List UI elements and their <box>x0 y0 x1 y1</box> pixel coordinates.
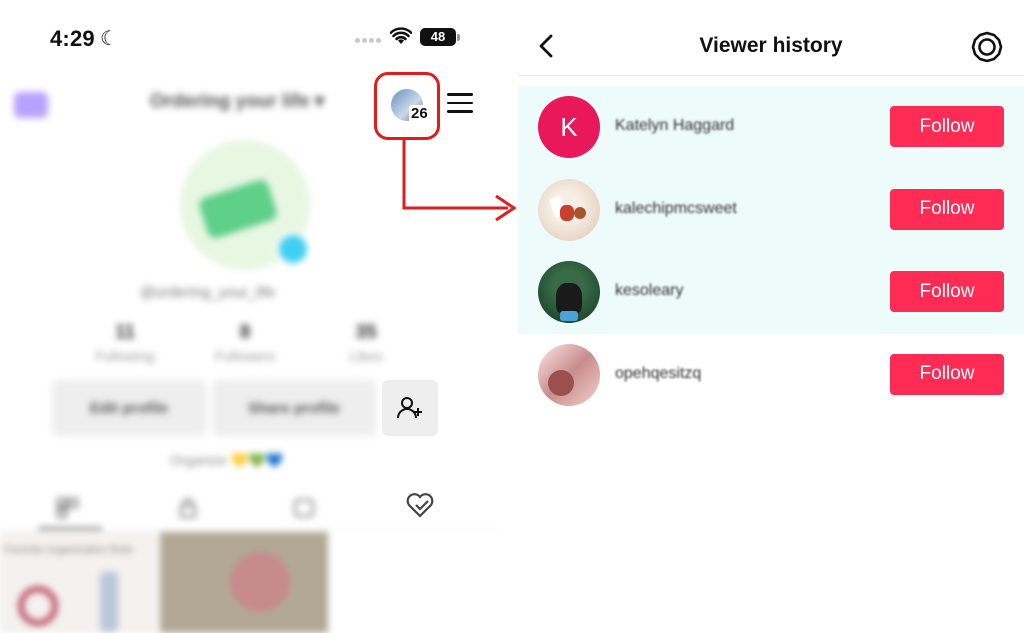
stat-likes[interactable]: 35 Likes <box>326 322 406 364</box>
annotation-arrow <box>402 138 517 222</box>
viewer-history-screen: Viewer history K Katelyn Haggard Follow … <box>518 0 1024 633</box>
profile-screen: 4:29 ☾ 48 Ordering your life ▾ @ordering… <box>0 0 500 633</box>
stat-number: 11 <box>114 322 136 343</box>
profile-bio: Organize 💛💚💙 <box>170 452 283 468</box>
menu-icon[interactable] <box>447 93 473 115</box>
list-item[interactable]: K Katelyn Haggard Follow <box>518 86 1024 169</box>
profile-title[interactable]: Ordering your life ▾ <box>150 90 324 113</box>
status-time: 4:29 <box>50 26 95 51</box>
list-item[interactable]: kalechipmcsweet Follow <box>518 168 1024 251</box>
grid-tab-icon[interactable] <box>56 497 80 519</box>
repost-tab-icon[interactable] <box>292 497 316 519</box>
list-item[interactable]: kesoleary Follow <box>518 251 1024 334</box>
avatar[interactable] <box>538 178 600 241</box>
stat-following[interactable]: 11 Following <box>85 322 165 364</box>
liked-tab-icon[interactable] <box>404 491 436 519</box>
profile-avatar[interactable] <box>180 140 310 270</box>
video-thumbnail[interactable] <box>160 532 328 633</box>
signal-icon <box>355 38 383 44</box>
avatar[interactable] <box>538 261 600 323</box>
add-account-icon[interactable] <box>14 92 48 118</box>
viewer-name[interactable]: opehqesitzq <box>615 365 701 383</box>
page-title: Viewer history <box>699 34 843 57</box>
stat-number: 8 <box>239 322 251 343</box>
add-friend-button[interactable] <box>382 380 438 436</box>
video-caption: Favorite organization finds <box>4 544 134 556</box>
active-tab-indicator <box>38 527 102 530</box>
viewer-name[interactable]: Katelyn Haggard <box>615 117 734 135</box>
follow-button[interactable]: Follow <box>890 188 1004 230</box>
share-profile-button[interactable]: Share profile <box>212 380 376 436</box>
follow-button[interactable]: Follow <box>890 106 1004 147</box>
follow-button[interactable]: Follow <box>890 271 1004 312</box>
stat-followers[interactable]: 8 Followers <box>205 322 285 364</box>
stat-label: Followers <box>215 348 275 364</box>
battery-indicator: 48 <box>420 28 460 46</box>
follow-button[interactable]: Follow <box>890 353 1004 395</box>
stat-number: 35 <box>355 322 377 343</box>
stat-label: Following <box>95 348 155 364</box>
avatar[interactable] <box>538 343 600 406</box>
viewer-name[interactable]: kesoleary <box>615 282 683 300</box>
add-story-icon[interactable] <box>276 232 310 266</box>
list-item[interactable]: opehqesitzq Follow <box>518 334 1024 417</box>
viewer-count: 26 <box>409 105 430 122</box>
viewer-history-header: Viewer history <box>518 0 1024 76</box>
stat-label: Likes <box>349 348 383 364</box>
settings-icon[interactable] <box>971 31 1003 63</box>
moon-icon: ☾ <box>100 28 118 50</box>
avatar[interactable]: K <box>538 96 600 158</box>
wifi-icon <box>390 27 412 44</box>
profile-viewers-button[interactable]: 26 <box>374 72 440 140</box>
edit-profile-button[interactable]: Edit profile <box>52 380 206 436</box>
add-friend-icon <box>397 397 422 419</box>
profile-handle: @ordering_your_life <box>140 284 276 301</box>
lock-tab-icon[interactable] <box>176 497 200 519</box>
video-thumbnail[interactable]: Favorite organization finds <box>0 532 158 633</box>
viewer-name[interactable]: kalechipmcsweet <box>615 200 737 218</box>
viewer-list: K Katelyn Haggard Follow kalechipmcsweet… <box>518 86 1024 416</box>
status-bar: 4:29 ☾ 48 <box>0 0 500 76</box>
